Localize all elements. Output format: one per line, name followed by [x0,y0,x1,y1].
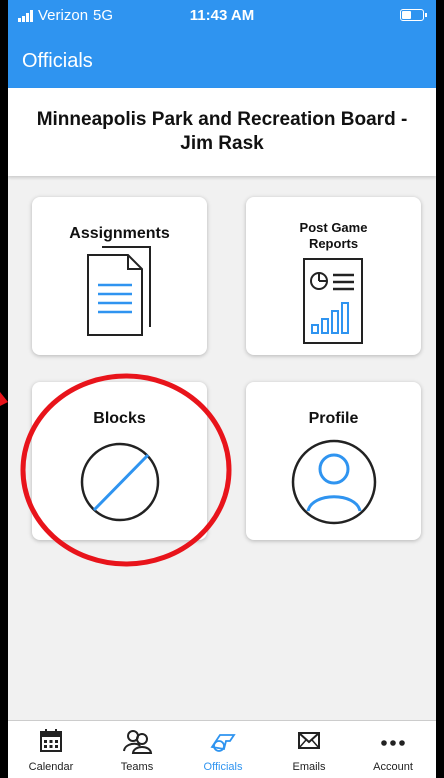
more-icon [381,740,405,746]
profile-icon [291,439,377,525]
blocks-tile[interactable]: Blocks [32,382,207,540]
organization-card: Minneapolis Park and Recreation Board - … [8,88,436,176]
block-icon [80,442,160,522]
header: Officials [8,32,436,88]
status-bar: Verizon 5G 11:43 AM [8,0,436,32]
tab-account[interactable]: Account [350,721,436,778]
tab-teams-label: Teams [120,761,154,773]
whistle-icon [210,734,236,752]
report-chart-icon [303,258,363,344]
tab-bar: Calendar Teams Officials Emails Account [8,720,436,778]
tab-calendar-label: Calendar [28,761,74,773]
tab-emails[interactable]: Emails [266,721,352,778]
organization-name: Minneapolis Park and Recreation Board - … [36,109,408,154]
teams-icon [123,730,153,754]
battery-icon [400,9,427,21]
tab-officials-label: Officials [203,761,243,773]
mail-icon [298,732,320,749]
post-game-reports-tile[interactable]: Post Game Reports [246,197,421,355]
phone-screen: Verizon 5G 11:43 AM Officials Minneapoli… [8,0,436,778]
arrow-icon [0,392,8,406]
profile-tile[interactable]: Profile [246,382,421,540]
status-time: 11:43 AM [189,7,255,24]
assignments-tile[interactable]: Assignments [32,197,207,355]
tab-emails-label: Emails [292,761,326,773]
tab-calendar[interactable]: Calendar [8,721,94,778]
tab-officials[interactable]: Officials [180,721,266,778]
calendar-icon [40,729,62,752]
tab-teams[interactable]: Teams [94,721,180,778]
document-icon [87,246,151,336]
page-title: Officials [22,50,93,72]
tab-account-label: Account [373,761,413,773]
